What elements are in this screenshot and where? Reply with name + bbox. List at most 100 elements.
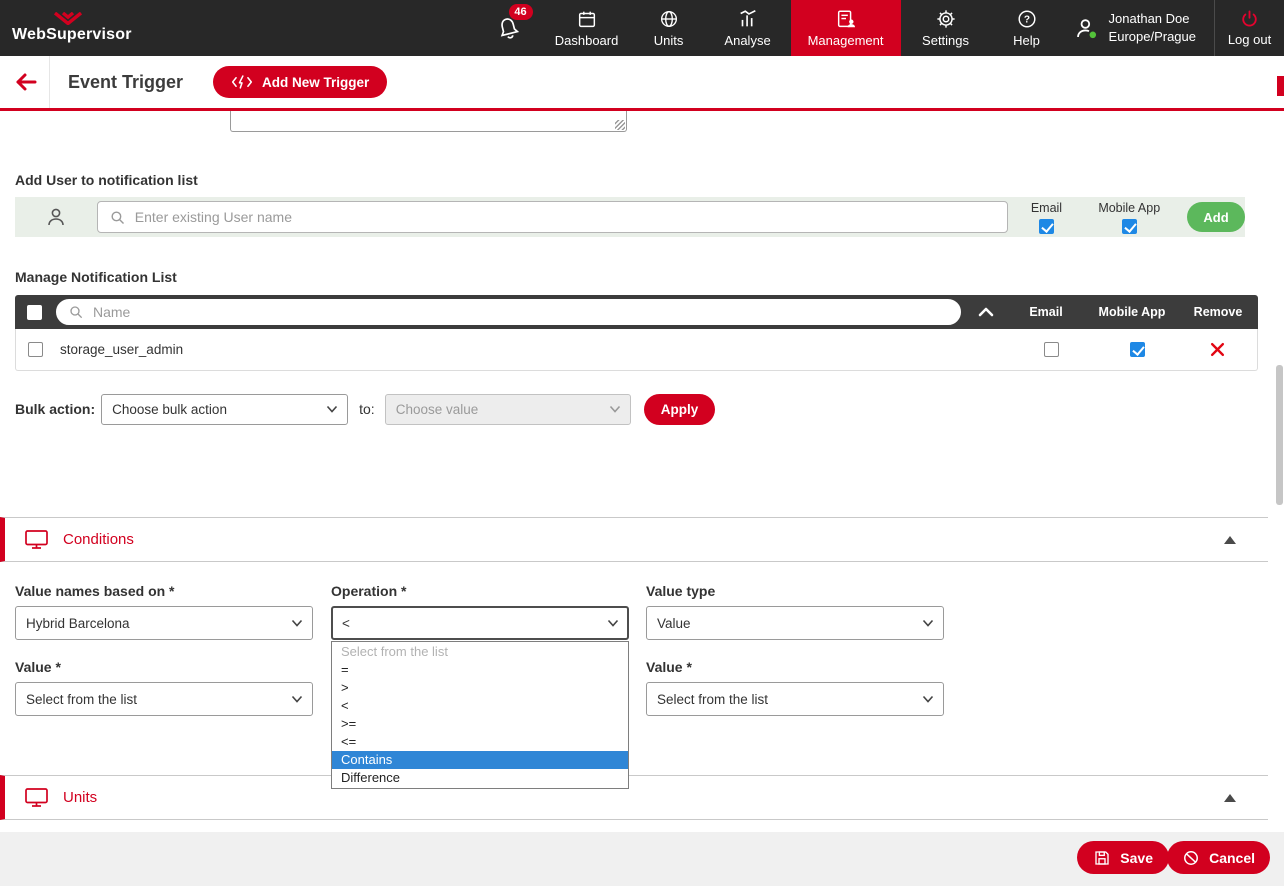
value-left-value: Select from the list bbox=[26, 692, 137, 707]
column-remove: Remove bbox=[1178, 305, 1258, 319]
person-cell bbox=[15, 205, 97, 229]
nav-help[interactable]: ? Help bbox=[991, 0, 1063, 56]
operation-option[interactable]: Select from the list bbox=[332, 643, 628, 661]
chevron-up-icon bbox=[977, 306, 995, 318]
calendar-icon bbox=[576, 8, 598, 30]
globe-icon bbox=[658, 8, 680, 30]
nav-dashboard[interactable]: Dashboard bbox=[541, 0, 633, 56]
column-mobile-app: Mobile App bbox=[1086, 305, 1178, 319]
power-icon bbox=[1239, 9, 1260, 30]
header-spacer bbox=[210, 0, 477, 56]
bulk-action-label: Bulk action: bbox=[15, 401, 95, 417]
page-title: Event Trigger bbox=[68, 72, 183, 93]
operation-label: Operation * bbox=[331, 583, 406, 599]
header-columns: Email Mobile App Remove bbox=[1006, 305, 1258, 319]
brand-logo[interactable]: WebSupervisor bbox=[0, 0, 210, 56]
row-columns bbox=[1005, 342, 1257, 357]
notifications-button[interactable]: 46 bbox=[477, 0, 541, 56]
select-all-checkbox[interactable] bbox=[27, 305, 42, 320]
page-header: Event Trigger Add New Trigger bbox=[0, 56, 1284, 108]
operation-option[interactable]: >= bbox=[332, 715, 628, 733]
help-icon: ? bbox=[1016, 8, 1038, 30]
bulk-action-select[interactable]: Choose bulk action bbox=[101, 394, 348, 425]
collapse-units-button[interactable] bbox=[1224, 794, 1236, 802]
nav-units[interactable]: Units bbox=[633, 0, 705, 56]
value-left-label: Value * bbox=[15, 659, 61, 675]
value-names-select[interactable]: Hybrid Barcelona bbox=[15, 606, 313, 640]
top-nav-bar: WebSupervisor 46 Dashboard Un bbox=[0, 0, 1284, 56]
mobile-app-label: Mobile App bbox=[1098, 201, 1160, 215]
value-type-field: Value bbox=[646, 606, 944, 640]
caret-up-icon bbox=[1224, 794, 1236, 802]
mobile-check-column: Mobile App bbox=[1085, 201, 1173, 234]
brand-mark-icon bbox=[48, 12, 88, 25]
apply-button[interactable]: Apply bbox=[644, 394, 716, 425]
cancel-label: Cancel bbox=[1209, 850, 1255, 866]
vertical-scrollbar-thumb[interactable] bbox=[1276, 365, 1283, 505]
operation-dropdown: Select from the list = > < >= <= Contain… bbox=[331, 641, 629, 789]
svg-text:?: ? bbox=[1023, 15, 1029, 26]
cancel-icon bbox=[1182, 849, 1200, 867]
back-arrow-icon bbox=[12, 71, 38, 93]
resize-handle[interactable] bbox=[615, 120, 625, 130]
operation-option[interactable]: Difference bbox=[332, 769, 628, 787]
email-checkbox[interactable] bbox=[1039, 219, 1054, 234]
operation-option[interactable]: < bbox=[332, 697, 628, 715]
row-mobile-cell bbox=[1085, 342, 1177, 357]
monitor-icon bbox=[24, 787, 49, 808]
user-search-input[interactable] bbox=[135, 209, 996, 225]
operation-option[interactable]: = bbox=[332, 661, 628, 679]
chevron-down-icon bbox=[326, 405, 338, 413]
nav-label: Analyse bbox=[724, 33, 770, 48]
value-right-select[interactable]: Select from the list bbox=[646, 682, 944, 716]
nav-analyse[interactable]: Analyse bbox=[705, 0, 791, 56]
user-menu[interactable]: Jonathan Doe Europe/Prague bbox=[1063, 0, 1214, 56]
user-name: Jonathan Doe bbox=[1109, 10, 1196, 28]
conditions-title: Conditions bbox=[63, 531, 134, 548]
row-select-checkbox[interactable] bbox=[28, 342, 43, 357]
name-search-input[interactable] bbox=[93, 304, 949, 320]
notification-table-header: Email Mobile App Remove bbox=[15, 295, 1258, 329]
subheader-right-accent bbox=[1277, 76, 1284, 96]
nav-label: Units bbox=[654, 33, 684, 48]
table-row: storage_user_admin bbox=[15, 329, 1258, 371]
user-search-box bbox=[97, 201, 1008, 233]
notification-count-badge: 46 bbox=[509, 4, 533, 20]
row-email-checkbox[interactable] bbox=[1044, 342, 1059, 357]
units-title: Units bbox=[63, 789, 97, 806]
sort-toggle[interactable] bbox=[977, 306, 995, 318]
value-names-value: Hybrid Barcelona bbox=[26, 616, 130, 631]
operation-option-highlighted[interactable]: Contains bbox=[332, 751, 628, 769]
value-left-select[interactable]: Select from the list bbox=[15, 682, 313, 716]
units-section-header[interactable]: Units bbox=[0, 775, 1268, 820]
logout-button[interactable]: Log out bbox=[1214, 0, 1284, 56]
cancel-button[interactable]: Cancel bbox=[1167, 841, 1270, 874]
operation-option[interactable]: <= bbox=[332, 733, 628, 751]
row-mobile-checkbox[interactable] bbox=[1130, 342, 1145, 357]
nav-management[interactable]: Management bbox=[791, 0, 901, 56]
header-divider bbox=[0, 108, 1284, 111]
bulk-value-select[interactable]: Choose value bbox=[385, 394, 631, 425]
nav-settings[interactable]: Settings bbox=[901, 0, 991, 56]
bulk-value-text: Choose value bbox=[396, 402, 479, 417]
manage-list-section-label: Manage Notification List bbox=[15, 269, 177, 285]
collapse-conditions-button[interactable] bbox=[1224, 536, 1236, 544]
mobile-app-checkbox[interactable] bbox=[1122, 219, 1137, 234]
operation-option[interactable]: > bbox=[332, 679, 628, 697]
conditions-section-header[interactable]: Conditions bbox=[0, 517, 1268, 562]
add-new-trigger-button[interactable]: Add New Trigger bbox=[213, 66, 387, 98]
remove-user-button[interactable] bbox=[1210, 342, 1225, 357]
add-user-button[interactable]: Add bbox=[1187, 202, 1245, 232]
back-button[interactable] bbox=[0, 56, 50, 108]
save-button[interactable]: Save bbox=[1077, 841, 1169, 874]
column-email: Email bbox=[1006, 305, 1086, 319]
search-icon bbox=[68, 304, 84, 320]
operation-select[interactable]: < bbox=[331, 606, 629, 640]
caret-up-icon bbox=[1224, 536, 1236, 544]
app-root: WebSupervisor 46 Dashboard Un bbox=[0, 0, 1284, 886]
chevron-down-icon bbox=[609, 405, 621, 413]
description-textarea[interactable] bbox=[230, 111, 627, 132]
value-type-select[interactable]: Value bbox=[646, 606, 944, 640]
chevron-down-icon bbox=[291, 695, 303, 703]
row-email-cell bbox=[1005, 342, 1085, 357]
